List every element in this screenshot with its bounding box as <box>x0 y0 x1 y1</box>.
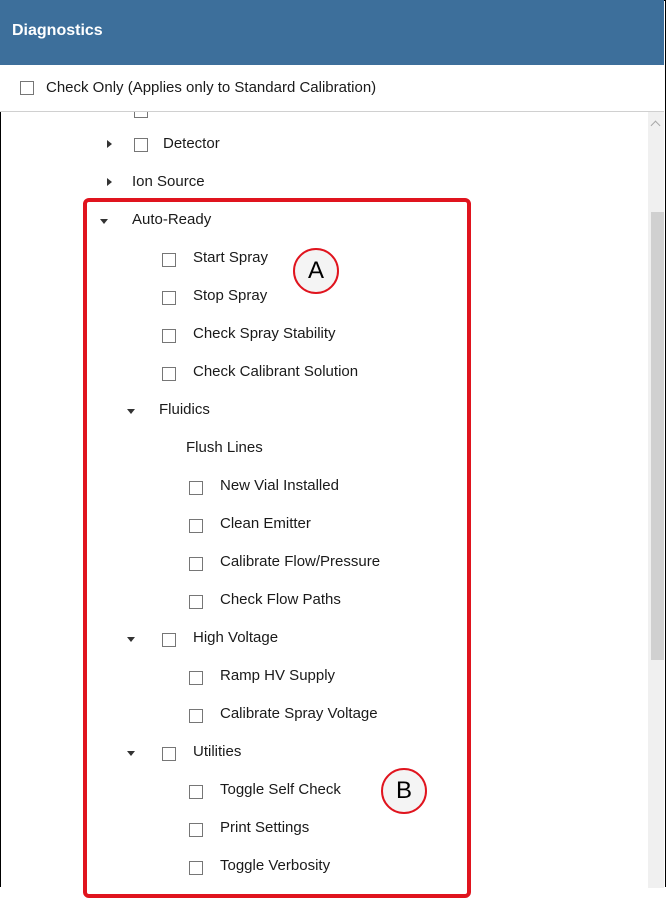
tree-item-ion-source[interactable]: Ion Source <box>132 173 205 191</box>
tree-checkbox-partial[interactable] <box>134 112 148 118</box>
check-only-checkbox[interactable] <box>20 81 34 95</box>
callout-b: B <box>381 768 427 814</box>
check-only-label: Check Only (Applies only to Standard Cal… <box>46 79 377 96</box>
title-bar: Diagnostics <box>0 0 664 65</box>
detector-checkbox[interactable] <box>134 138 148 152</box>
expand-arrow-icon[interactable] <box>107 140 112 148</box>
scrollbar-thumb[interactable] <box>651 212 664 660</box>
expand-arrow-icon[interactable] <box>107 178 112 186</box>
window-title: Diagnostics <box>12 22 103 39</box>
check-only-row[interactable]: Check Only (Applies only to Standard Cal… <box>0 65 664 112</box>
tree-item-detector[interactable]: Detector <box>163 135 220 153</box>
vertical-scrollbar[interactable] <box>648 112 664 888</box>
callout-a: A <box>293 248 339 294</box>
scroll-up-arrow-icon[interactable] <box>650 120 661 131</box>
